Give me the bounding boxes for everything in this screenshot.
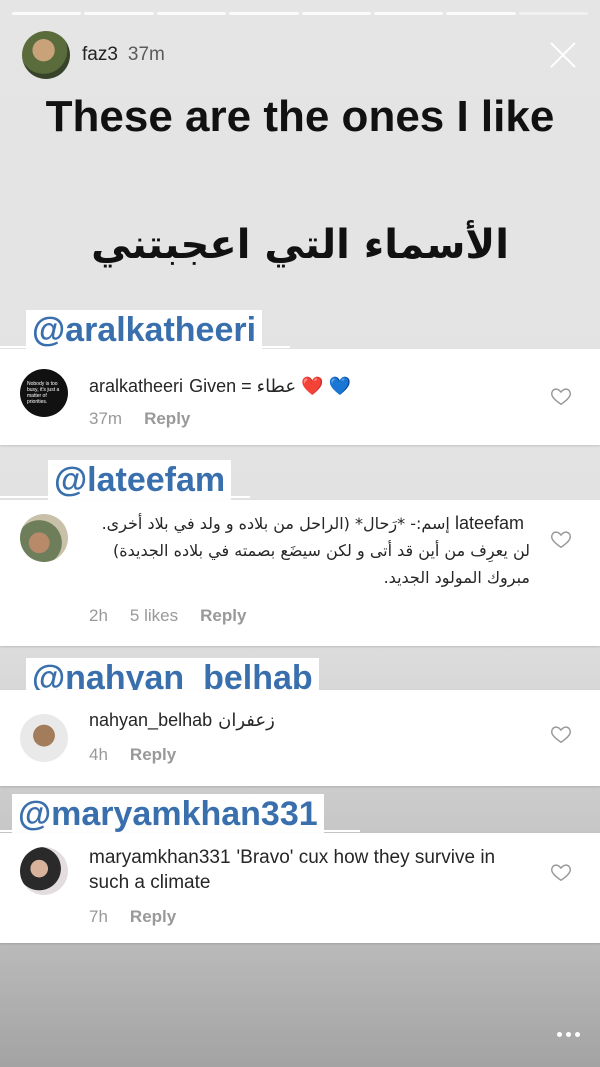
comment-time: 7h [89, 907, 108, 926]
heart-icon[interactable] [550, 723, 572, 745]
story-title: These are the ones I like [45, 92, 555, 141]
progress-segment [301, 12, 371, 15]
avatar[interactable] [20, 514, 68, 562]
comment-username[interactable]: maryamkhan331 [89, 847, 231, 868]
comment-card: lateefam إسم:- *رَحال* (الراحل من بلاده … [0, 500, 600, 646]
avatar[interactable] [20, 714, 68, 762]
comment-time: 2h [89, 606, 108, 625]
comment-meta: 7h Reply [89, 907, 198, 927]
heart-icon[interactable] [550, 528, 572, 550]
progress-segment [12, 12, 82, 15]
story-time: 37m [127, 44, 165, 65]
comment-content: Given = عطاء ❤️ 💙 [189, 376, 351, 396]
mention-tag[interactable]: @maryamkhan331 [12, 794, 324, 834]
heart-icon[interactable] [550, 861, 572, 883]
reply-button[interactable]: Reply [144, 409, 190, 428]
progress-segment [446, 12, 516, 15]
comment-card: Nobody is too busy, it's just a matter o… [0, 349, 600, 445]
reply-button[interactable]: Reply [130, 745, 176, 764]
more-options-icon[interactable] [557, 1032, 580, 1037]
comment-likes[interactable]: 5 likes [130, 606, 178, 625]
story-header: faz3 37m [22, 30, 578, 80]
mention-tag[interactable]: @lateefam [48, 460, 232, 500]
comment-text: maryamkhan331 'Bravo' cux how they surviv… [89, 845, 530, 895]
comment-meta: 37m Reply [89, 409, 212, 429]
close-icon[interactable] [548, 40, 578, 70]
comment-time: 4h [89, 745, 108, 764]
progress-segment [84, 12, 154, 15]
comment-username[interactable]: lateefam [455, 513, 524, 533]
story-arabic-title: الأسماء التي اعجبتني [91, 222, 509, 268]
progress-segment [518, 12, 588, 15]
progress-segment [229, 12, 299, 15]
comment-card: maryamkhan331 'Bravo' cux how they surviv… [0, 833, 600, 943]
progress-segment [373, 12, 444, 15]
comment-username[interactable]: nahyan_belhab [89, 710, 212, 730]
comment-meta: 2h 5 likes Reply [89, 606, 268, 626]
heart-icon[interactable] [550, 385, 572, 407]
comment-text: lateefam إسم:- *رَحال* (الراحل من بلاده … [89, 510, 530, 591]
comment-text: nahyan_belhab زعفران [89, 708, 530, 733]
comment-card: nahyan_belhab زعفران 4h Reply [0, 690, 600, 786]
story-progress-bar [12, 12, 588, 15]
avatar[interactable]: Nobody is too busy, it's just a matter o… [20, 369, 68, 417]
avatar-text: Nobody is too busy, it's just a matter o… [27, 381, 60, 405]
mention-tag[interactable]: @aralkatheeri [26, 310, 263, 350]
reply-button[interactable]: Reply [130, 907, 176, 926]
comment-content: زعفران [218, 710, 275, 731]
comment-time: 37m [89, 409, 123, 428]
comment-meta: 4h Reply [89, 745, 198, 765]
comment-text: aralkatheeri Given = عطاء ❤️ 💙 [89, 374, 530, 399]
reply-button[interactable]: Reply [200, 606, 246, 625]
story-username[interactable]: faz3 [82, 44, 118, 66]
story-avatar[interactable] [22, 31, 70, 79]
progress-segment [156, 12, 227, 15]
comment-username[interactable]: aralkatheeri [89, 376, 183, 396]
avatar[interactable] [20, 847, 68, 895]
